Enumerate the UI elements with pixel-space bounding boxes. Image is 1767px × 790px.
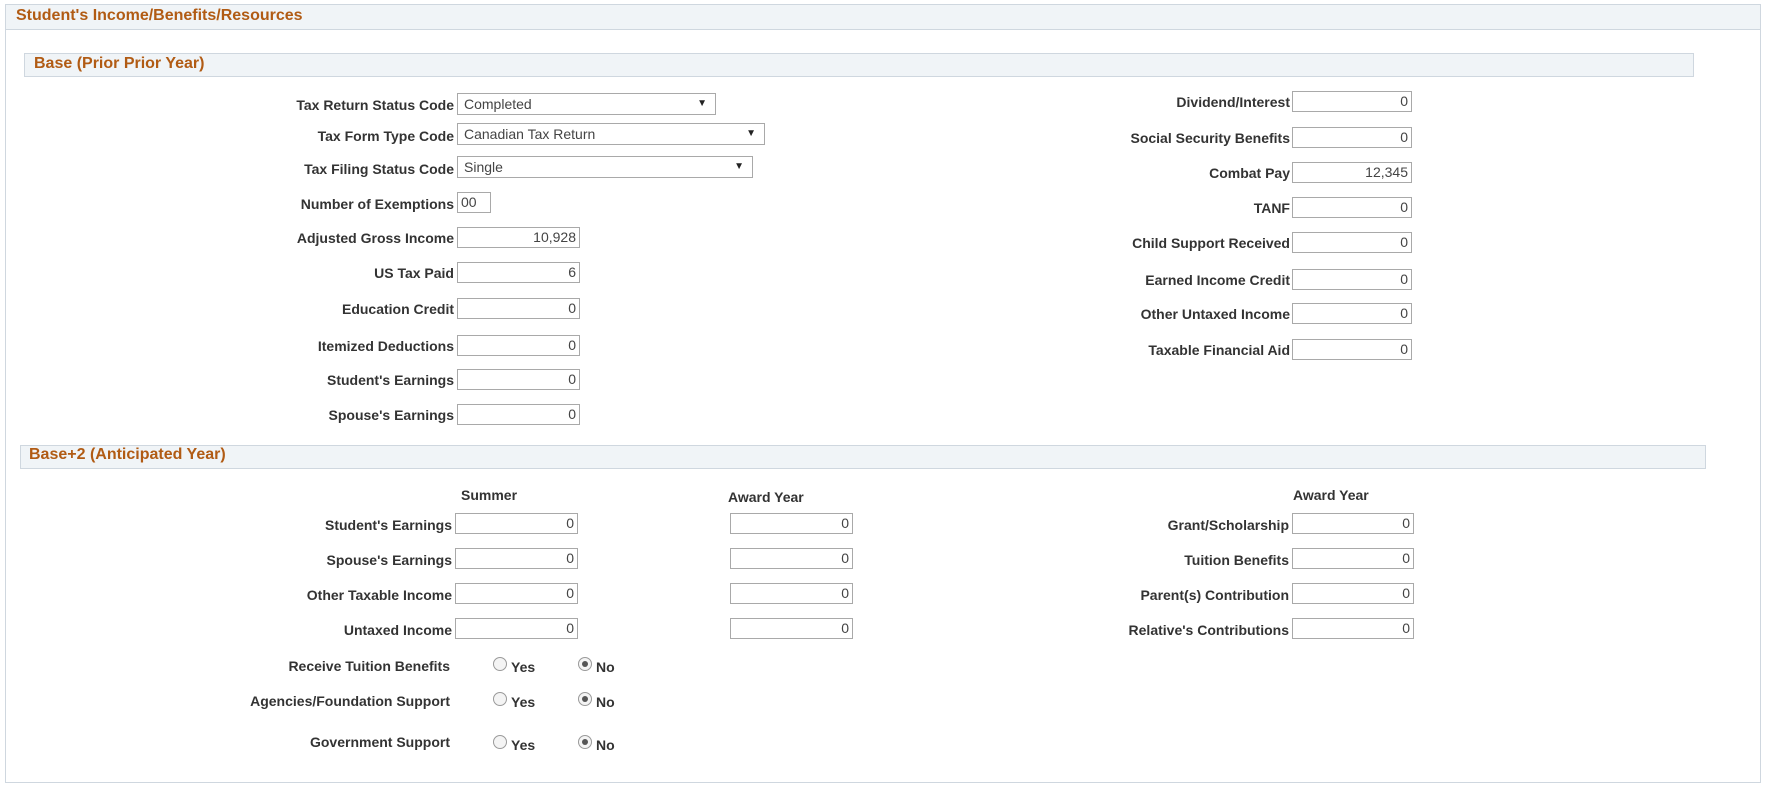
parents-contribution-label: Parent(s) Contribution xyxy=(1140,587,1289,603)
tax-form-type-label: Tax Form Type Code xyxy=(317,128,454,144)
earned-income-credit-label: Earned Income Credit xyxy=(1145,272,1290,288)
adjusted-gross-income-label: Adjusted Gross Income xyxy=(296,230,454,246)
child-support-received-input[interactable]: 0 xyxy=(1292,232,1412,253)
award-year-column-header: Award Year xyxy=(728,489,804,505)
other-untaxed-income-input[interactable]: 0 xyxy=(1292,303,1412,324)
government-support-yes-label: Yes xyxy=(511,737,536,753)
agencies-foundation-support-yes-label: Yes xyxy=(511,694,536,710)
itemized-deductions-input[interactable]: 0 xyxy=(457,335,580,356)
receive-tuition-benefits-no-radio[interactable] xyxy=(578,657,592,671)
page-container xyxy=(5,4,1761,783)
ant-students-earnings-award-input[interactable]: 0 xyxy=(730,513,853,534)
exemptions-input[interactable]: 00 xyxy=(457,192,491,213)
tax-filing-status-select[interactable]: Single ▼ xyxy=(457,156,753,178)
grant-scholarship-label: Grant/Scholarship xyxy=(1167,517,1289,533)
social-security-benefits-label: Social Security Benefits xyxy=(1130,130,1290,146)
dropdown-arrow-icon: ▼ xyxy=(697,98,707,109)
base-students-earnings-input[interactable]: 0 xyxy=(457,369,580,390)
grant-scholarship-input[interactable]: 0 xyxy=(1292,513,1414,534)
dividend-interest-input[interactable]: 0 xyxy=(1292,91,1412,112)
earned-income-credit-input[interactable]: 0 xyxy=(1292,269,1412,290)
receive-tuition-benefits-no-label: No xyxy=(596,659,615,675)
taxable-financial-aid-input[interactable]: 0 xyxy=(1292,339,1412,360)
anticipated-section-title: Base+2 (Anticipated Year) xyxy=(29,446,226,463)
agencies-foundation-support-yes-radio[interactable] xyxy=(493,692,507,706)
education-credit-input[interactable]: 0 xyxy=(457,298,580,319)
agencies-foundation-support-label: Agencies/Foundation Support xyxy=(250,693,450,709)
relatives-contributions-label: Relative's Contributions xyxy=(1128,622,1289,638)
social-security-benefits-input[interactable]: 0 xyxy=(1292,127,1412,148)
ant-students-earnings-summer-input[interactable]: 0 xyxy=(455,513,578,534)
base-section-header xyxy=(24,53,1694,77)
tax-form-type-value: Canadian Tax Return xyxy=(464,126,596,142)
exemptions-label: Number of Exemptions xyxy=(300,196,454,212)
ant-spouses-earnings-summer-input[interactable]: 0 xyxy=(455,548,578,569)
award-year-right-column-header: Award Year xyxy=(1293,487,1369,503)
ant-other-taxable-income-award-input[interactable]: 0 xyxy=(730,583,853,604)
base-spouses-earnings-label: Spouse's Earnings xyxy=(328,407,454,423)
child-support-received-label: Child Support Received xyxy=(1132,235,1290,251)
tuition-benefits-input[interactable]: 0 xyxy=(1292,548,1414,569)
tanf-label: TANF xyxy=(1253,200,1290,216)
receive-tuition-benefits-yes-label: Yes xyxy=(511,659,536,675)
ant-untaxed-income-award-input[interactable]: 0 xyxy=(730,618,853,639)
tuition-benefits-label: Tuition Benefits xyxy=(1184,552,1289,568)
agencies-foundation-support-no-radio[interactable] xyxy=(578,692,592,706)
us-tax-paid-input[interactable]: 6 xyxy=(457,262,580,283)
other-untaxed-income-label: Other Untaxed Income xyxy=(1140,306,1290,322)
tax-filing-status-value: Single xyxy=(464,159,503,175)
ant-other-taxable-income-label: Other Taxable Income xyxy=(306,587,452,603)
receive-tuition-benefits-label: Receive Tuition Benefits xyxy=(288,658,450,674)
ant-other-taxable-income-summer-input[interactable]: 0 xyxy=(455,583,578,604)
us-tax-paid-label: US Tax Paid xyxy=(374,265,454,281)
dropdown-arrow-icon: ▼ xyxy=(746,128,756,139)
receive-tuition-benefits-yes-radio[interactable] xyxy=(493,657,507,671)
tanf-input[interactable]: 0 xyxy=(1292,197,1412,218)
tax-return-status-label: Tax Return Status Code xyxy=(296,97,454,113)
ant-untaxed-income-label: Untaxed Income xyxy=(343,622,452,638)
dividend-interest-label: Dividend/Interest xyxy=(1176,94,1290,110)
page-title: Student's Income/Benefits/Resources xyxy=(16,7,303,24)
ant-spouses-earnings-award-input[interactable]: 0 xyxy=(730,548,853,569)
government-support-label: Government Support xyxy=(309,734,450,750)
base-spouses-earnings-input[interactable]: 0 xyxy=(457,404,580,425)
government-support-no-label: No xyxy=(596,737,615,753)
agencies-foundation-support-no-label: No xyxy=(596,694,615,710)
dropdown-arrow-icon: ▼ xyxy=(734,161,744,172)
itemized-deductions-label: Itemized Deductions xyxy=(317,338,454,354)
ant-students-earnings-label: Student's Earnings xyxy=(324,517,452,533)
tax-return-status-value: Completed xyxy=(464,96,532,112)
combat-pay-label: Combat Pay xyxy=(1209,165,1290,181)
adjusted-gross-income-input[interactable]: 10,928 xyxy=(457,227,580,248)
tax-form-type-select[interactable]: Canadian Tax Return ▼ xyxy=(457,123,765,145)
tax-return-status-select[interactable]: Completed ▼ xyxy=(457,93,716,115)
base-students-earnings-label: Student's Earnings xyxy=(326,372,454,388)
government-support-yes-radio[interactable] xyxy=(493,735,507,749)
ant-untaxed-income-summer-input[interactable]: 0 xyxy=(455,618,578,639)
taxable-financial-aid-label: Taxable Financial Aid xyxy=(1148,342,1290,358)
summer-column-header: Summer xyxy=(461,487,518,503)
ant-spouses-earnings-label: Spouse's Earnings xyxy=(326,552,452,568)
education-credit-label: Education Credit xyxy=(341,301,454,317)
base-section-title: Base (Prior Prior Year) xyxy=(34,55,205,72)
tax-filing-status-label: Tax Filing Status Code xyxy=(304,161,454,177)
government-support-no-radio[interactable] xyxy=(578,735,592,749)
parents-contribution-input[interactable]: 0 xyxy=(1292,583,1414,604)
relatives-contributions-input[interactable]: 0 xyxy=(1292,618,1414,639)
anticipated-section-header xyxy=(20,445,1706,469)
combat-pay-input[interactable]: 12,345 xyxy=(1292,162,1412,183)
